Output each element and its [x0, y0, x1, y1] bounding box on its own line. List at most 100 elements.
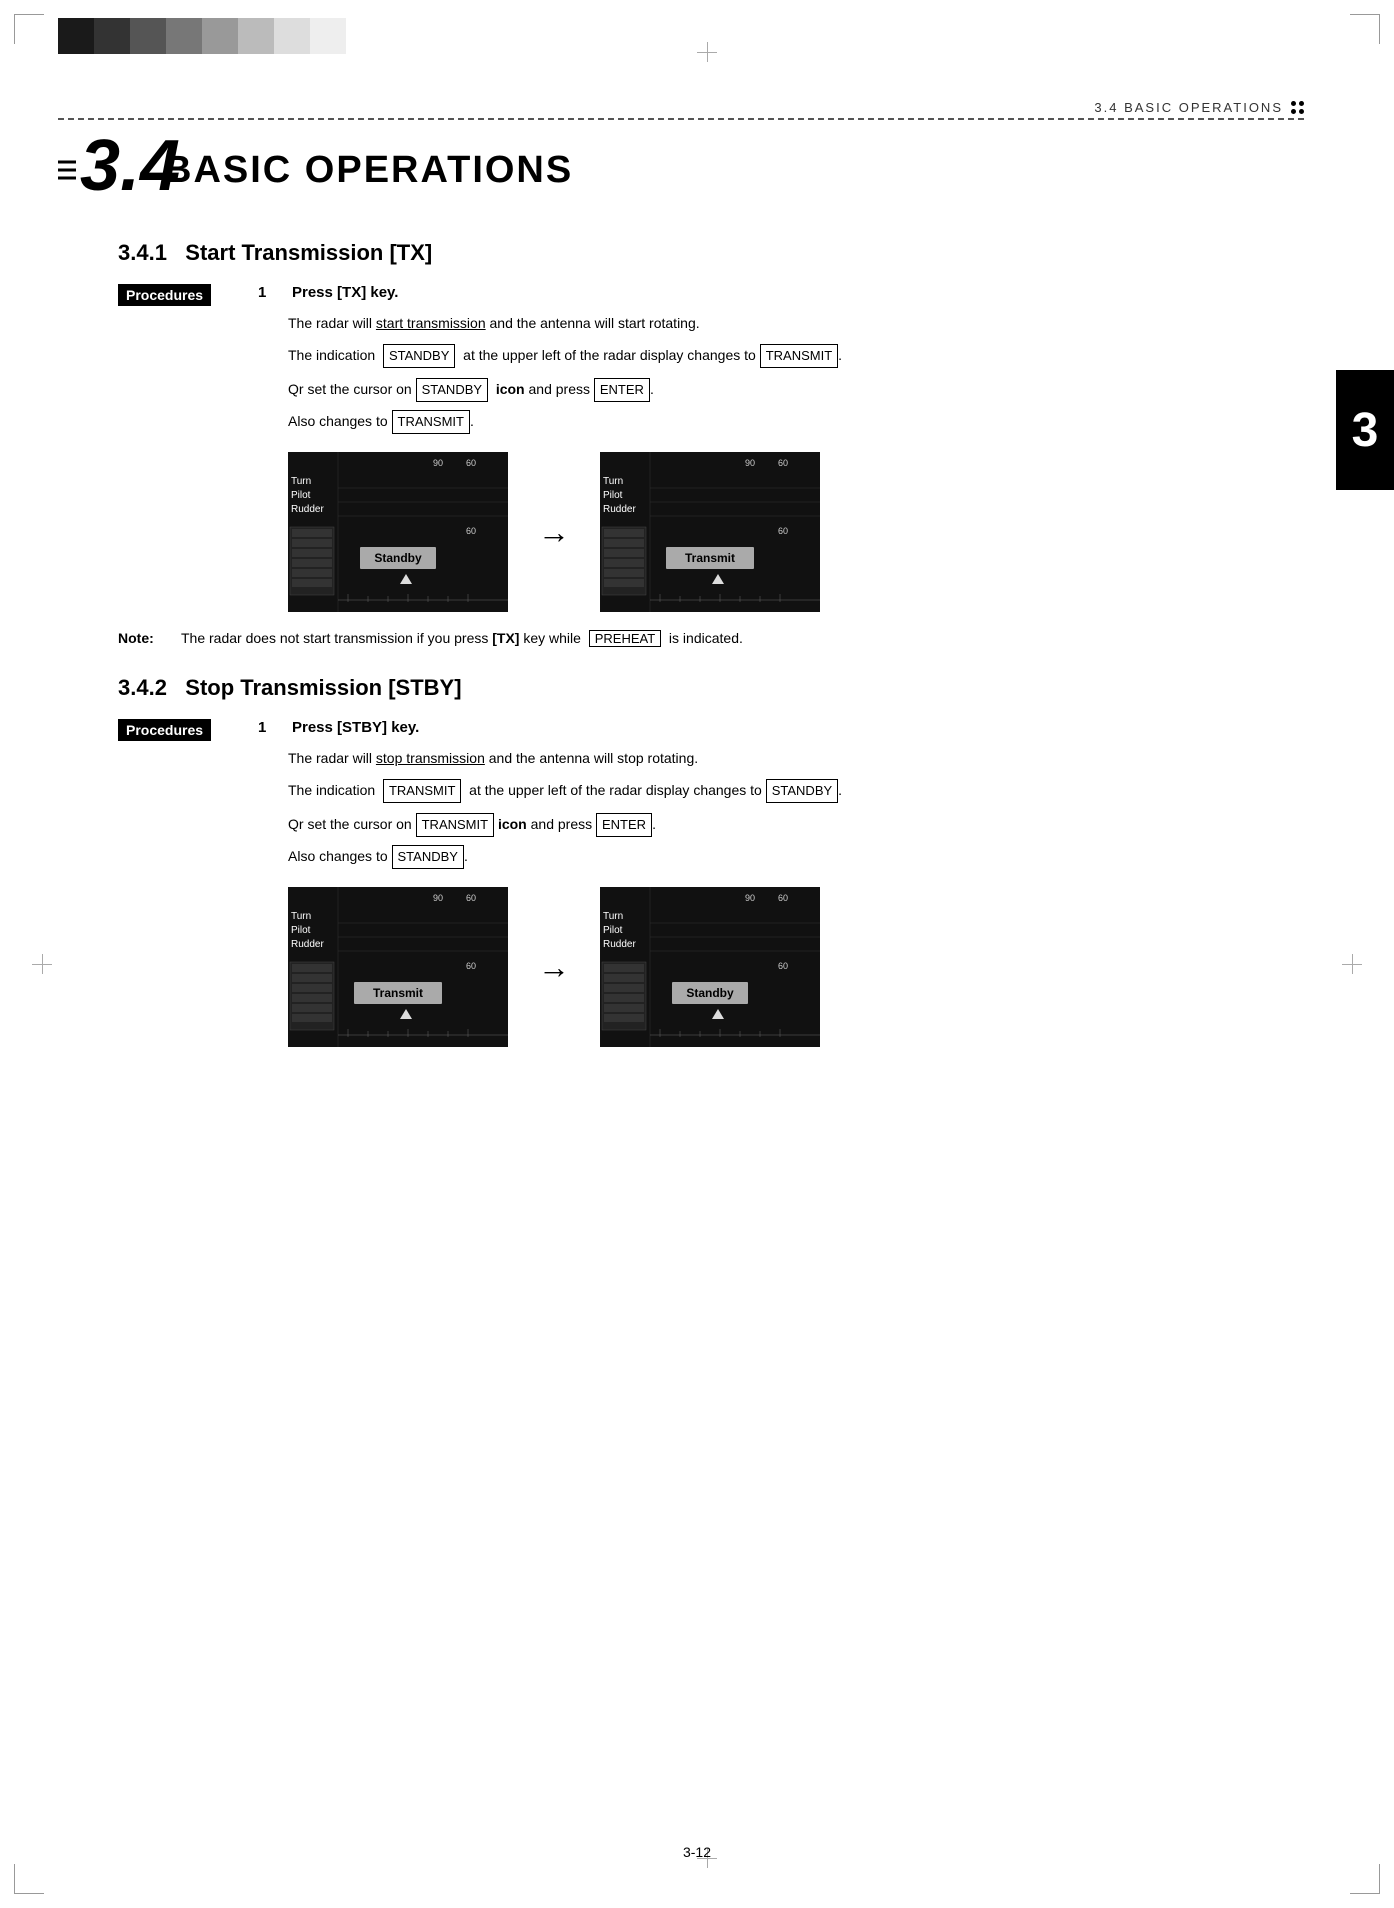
transmit-box2-341: TRANSMIT	[392, 410, 470, 434]
icon-label-342: icon	[498, 816, 527, 832]
step-num-341-1: 1	[258, 284, 286, 301]
body-342-2: The indication TRANSMIT at the upper lef…	[288, 779, 1276, 803]
radar-display-standby: 90 60 60 90 Turn Pilot Rudder Standby	[288, 452, 508, 612]
page-number: 3-12	[683, 1844, 711, 1860]
svg-text:Pilot: Pilot	[603, 490, 623, 501]
radar-display-transmit: 90 60 60 90 Turn Pilot Rudder Transmit	[600, 452, 820, 612]
section-342-heading: 3.4.2 Stop Transmission [STBY]	[118, 675, 1276, 701]
standby-box-341: STANDBY	[383, 344, 455, 368]
step-num-342-1: 1	[258, 719, 286, 736]
body-341-2: The indication STANDBY at the upper left…	[288, 344, 1276, 368]
underline-stop-tx: stop transmission	[376, 750, 485, 766]
preheat-box: PREHEAT	[589, 630, 661, 647]
svg-text:60: 60	[466, 961, 476, 971]
section-label: 3.4 BASIC OPERATIONS	[1094, 100, 1283, 115]
enter-box-341: ENTER	[594, 378, 650, 402]
arrow-342: →	[538, 949, 570, 986]
svg-text:60: 60	[466, 458, 476, 468]
svg-text:Rudder: Rudder	[603, 504, 636, 515]
chapter-tab: 3	[1336, 370, 1394, 490]
note-label-341: Note:	[118, 630, 173, 646]
svg-text:Standby: Standby	[374, 551, 422, 565]
step-row-342-1: 1 Press [STBY] key.	[258, 719, 1276, 736]
svg-text:90: 90	[745, 458, 755, 468]
underline-start-tx: start transmission	[376, 315, 486, 331]
chapter-lines	[58, 161, 76, 180]
proc-content-342: 1 Press [STBY] key.	[258, 719, 1276, 740]
chapter-number: 3.4	[80, 126, 180, 206]
svg-text:Pilot: Pilot	[603, 925, 623, 936]
color-sq-8	[310, 18, 346, 54]
svg-text:Turn: Turn	[603, 911, 623, 922]
svg-text:90: 90	[433, 893, 443, 903]
svg-text:60: 60	[466, 893, 476, 903]
svg-text:Standby: Standby	[686, 986, 734, 1000]
section-341-heading: 3.4.1 Start Transmission [TX]	[118, 240, 1276, 266]
radar-row-341: 90 60 60 90 Turn Pilot Rudder Standby	[288, 452, 1276, 612]
enter-box-342: ENTER	[596, 813, 652, 837]
procedures-badge-342: Procedures	[118, 719, 211, 741]
standby-box-342: STANDBY	[766, 779, 838, 803]
standby-box2-341: STANDBY	[416, 378, 488, 402]
center-cross-top	[697, 42, 717, 62]
svg-text:90: 90	[433, 458, 443, 468]
color-sq-3	[130, 18, 166, 54]
proc-badge-col-342: Procedures	[118, 719, 258, 741]
svg-text:Turn: Turn	[291, 476, 311, 487]
svg-text:Pilot: Pilot	[291, 490, 311, 501]
body-342-4: Also changes to STANDBY.	[288, 845, 1276, 869]
svg-text:60: 60	[778, 961, 788, 971]
step-text-341-1: Press [TX] key.	[292, 284, 398, 301]
transmit-box-342: TRANSMIT	[383, 779, 461, 803]
transmit-box2-342: TRANSMIT	[416, 813, 494, 837]
radar-display-transmit-342: 90 60 60 90 Turn Pilot Rudder Transmit	[288, 887, 508, 1047]
dashed-divider	[58, 118, 1304, 120]
body-341-3: Qr set the cursor on STANDBY icon and pr…	[288, 378, 1276, 402]
body-341-4: Also changes to TRANSMIT.	[288, 410, 1276, 434]
svg-text:60: 60	[778, 893, 788, 903]
radar-row-342: 90 60 60 90 Turn Pilot Rudder Transmit	[288, 887, 1276, 1047]
body-341-1: The radar will start transmission and th…	[288, 312, 1276, 336]
center-cross-left	[32, 954, 52, 974]
chapter-title: BASIC OPERATIONS	[164, 149, 573, 192]
corner-bl	[14, 1864, 44, 1894]
icon-label-341: icon	[496, 381, 525, 397]
transmit-box-341: TRANSMIT	[760, 344, 838, 368]
svg-text:Transmit: Transmit	[373, 986, 423, 1000]
color-sq-4	[166, 18, 202, 54]
proc-badge-col-341: Procedures	[118, 284, 258, 306]
svg-text:60: 60	[778, 458, 788, 468]
body-342-1: The radar will stop transmission and the…	[288, 747, 1276, 771]
chapter-tab-number: 3	[1352, 403, 1379, 458]
proc-row-341: Procedures 1 Press [TX] key.	[118, 284, 1276, 306]
color-sq-5	[202, 18, 238, 54]
svg-text:Rudder: Rudder	[291, 504, 324, 515]
step-text-342-1: Press [STBY] key.	[292, 719, 419, 736]
body-342-3: Qr set the cursor on TRANSMIT icon and p…	[288, 813, 1276, 837]
corner-tr	[1350, 14, 1380, 44]
note-341: Note: The radar does not start transmiss…	[118, 630, 1276, 647]
svg-text:90: 90	[745, 893, 755, 903]
dots-decoration	[1291, 101, 1304, 114]
svg-text:Pilot: Pilot	[291, 925, 311, 936]
proc-row-342: Procedures 1 Press [STBY] key.	[118, 719, 1276, 741]
corner-tl	[14, 14, 44, 44]
center-cross-right	[1342, 954, 1362, 974]
proc-content-341: 1 Press [TX] key.	[258, 284, 1276, 305]
corner-br	[1350, 1864, 1380, 1894]
arrow-341: →	[538, 514, 570, 551]
color-sq-6	[238, 18, 274, 54]
svg-text:60: 60	[466, 526, 476, 536]
standby-box2-342: STANDBY	[392, 845, 464, 869]
section-indicator: 3.4 BASIC OPERATIONS	[1094, 100, 1304, 115]
step-row-341-1: 1 Press [TX] key.	[258, 284, 1276, 301]
svg-text:60: 60	[778, 526, 788, 536]
radar-display-standby-342: 90 60 60 90 Turn Pilot Rudder Standby	[600, 887, 820, 1047]
svg-text:Turn: Turn	[291, 911, 311, 922]
color-sq-2	[94, 18, 130, 54]
main-content: 3.4.1 Start Transmission [TX] Procedures…	[118, 230, 1276, 1065]
note-text-341: The radar does not start transmission if…	[181, 630, 743, 647]
svg-text:Transmit: Transmit	[685, 551, 735, 565]
svg-text:Rudder: Rudder	[291, 939, 324, 950]
color-sq-7	[274, 18, 310, 54]
